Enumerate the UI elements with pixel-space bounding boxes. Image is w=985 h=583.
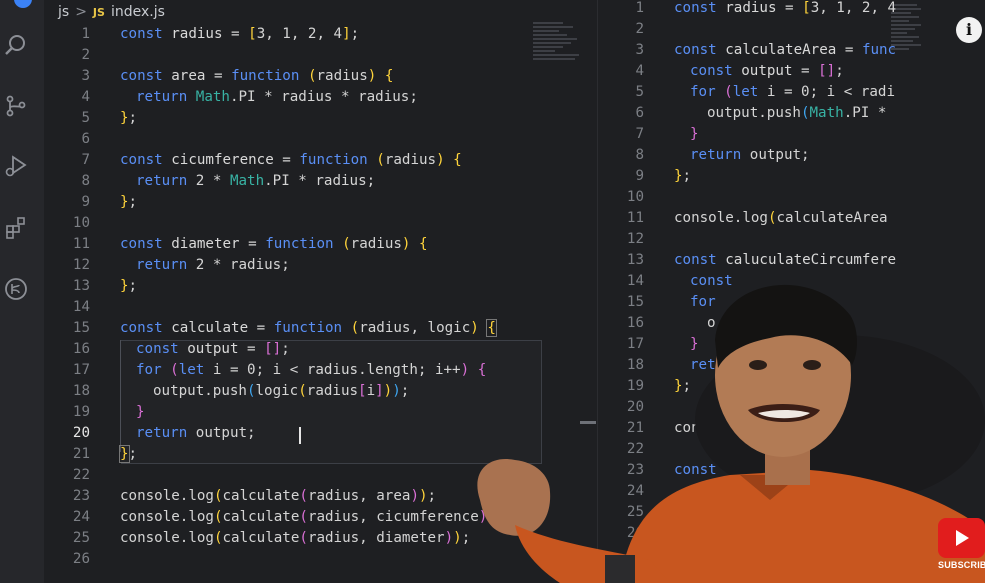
line-number: 25 [72, 530, 90, 546]
line-number: 13 [626, 252, 644, 268]
code-line: output.push(Math.PI * [707, 105, 887, 121]
line-number: 9 [81, 194, 90, 210]
source-control-icon[interactable] [4, 94, 28, 118]
breadcrumb-separator: > [75, 4, 87, 20]
line-number: 7 [635, 126, 644, 142]
code-line: }; [674, 168, 692, 184]
code-line: const caluculateCircumfere [674, 252, 897, 268]
line-number: 3 [81, 68, 90, 84]
code-line: for (let i = 0; i < radi [690, 84, 896, 100]
line-number: 2 [81, 47, 90, 63]
line-number: 7 [81, 152, 90, 168]
line-number: 5 [635, 84, 644, 100]
activity-bar [0, 0, 45, 583]
subscribe-label: SUBSCRIBE [938, 560, 985, 570]
line-number: 26 [72, 551, 90, 567]
line-number: 19 [72, 404, 90, 420]
code-line: }; [120, 110, 138, 126]
breadcrumb-file[interactable]: index.js [111, 4, 165, 20]
subscribe-button[interactable]: SUBSCRIBE [938, 518, 985, 573]
line-number: 16 [72, 341, 90, 357]
code-line: }; [120, 278, 138, 294]
line-number: 1 [635, 0, 644, 16]
line-number: 6 [81, 131, 90, 147]
remote-icon[interactable] [4, 277, 28, 301]
line-number: 6 [635, 105, 644, 121]
code-line: console.log(calculateArea [674, 210, 888, 226]
line-number: 21 [72, 446, 90, 462]
code-line: console.log(calculate(radius, area)); [120, 488, 437, 504]
code-line: return output; [690, 147, 810, 163]
line-number: 4 [635, 63, 644, 79]
breadcrumb-folder[interactable]: js [58, 4, 69, 20]
code-line: }; [119, 445, 138, 463]
code-line: } [690, 126, 699, 142]
code-line: return 2 * radius; [136, 257, 290, 273]
run-debug-icon[interactable] [4, 154, 28, 178]
line-number: 22 [72, 467, 90, 483]
presenter-webcam-overlay [477, 284, 985, 583]
code-line: const area = function (radius) { [120, 68, 394, 84]
line-number: 18 [72, 383, 90, 399]
line-number: 8 [81, 173, 90, 189]
line-number: 8 [635, 147, 644, 163]
line-number: 12 [72, 257, 90, 273]
breadcrumb: js > JS index.js [58, 2, 165, 22]
line-number: 12 [626, 231, 644, 247]
code-line: return 2 * Math.PI * radius; [136, 173, 376, 189]
minimap[interactable] [533, 22, 583, 64]
text-cursor [299, 427, 301, 444]
code-line: const output = []; [690, 63, 844, 79]
line-number: 4 [81, 89, 90, 105]
code-line: const cicumference = function (radius) { [120, 152, 462, 168]
line-number: 2 [635, 21, 644, 37]
info-icon[interactable]: i [956, 17, 982, 43]
code-line: console.log(calculate(radius, diameter))… [120, 530, 471, 546]
line-number: 15 [72, 320, 90, 336]
line-number: 17 [72, 362, 90, 378]
js-file-icon: JS [92, 5, 105, 19]
code-line: return Math.PI * radius * radius; [136, 89, 418, 105]
code-line: const radius = [3, 1, 2, 4 [674, 0, 897, 16]
extensions-icon[interactable] [4, 216, 28, 240]
line-number: 5 [81, 110, 90, 126]
code-line: const calculateArea = func [674, 42, 897, 58]
youtube-play-icon [956, 530, 969, 546]
code-line: return output; [136, 425, 256, 441]
line-number: 11 [72, 236, 90, 252]
line-number: 23 [72, 488, 90, 504]
line-number: 20 [72, 425, 90, 441]
code-line: const radius = [3, 1, 2, 4]; [120, 26, 360, 42]
code-line: }; [120, 194, 138, 210]
line-number: 10 [626, 189, 644, 205]
line-number: 10 [72, 215, 90, 231]
code-line: const output = []; [136, 341, 290, 357]
line-number: 9 [635, 168, 644, 184]
account-badge[interactable] [14, 0, 32, 8]
line-number: 1 [81, 26, 90, 42]
search-icon[interactable] [4, 33, 28, 57]
line-number: 14 [72, 299, 90, 315]
line-number: 3 [635, 42, 644, 58]
code-line: } [136, 404, 145, 420]
code-line: const diameter = function (radius) { [120, 236, 428, 252]
line-number: 24 [72, 509, 90, 525]
code-line: for (let i = 0; i < radius.length; i++) … [136, 362, 487, 378]
line-number: 13 [72, 278, 90, 294]
code-line: output.push(logic(radius[i])); [153, 383, 410, 399]
line-number: 11 [626, 210, 644, 226]
